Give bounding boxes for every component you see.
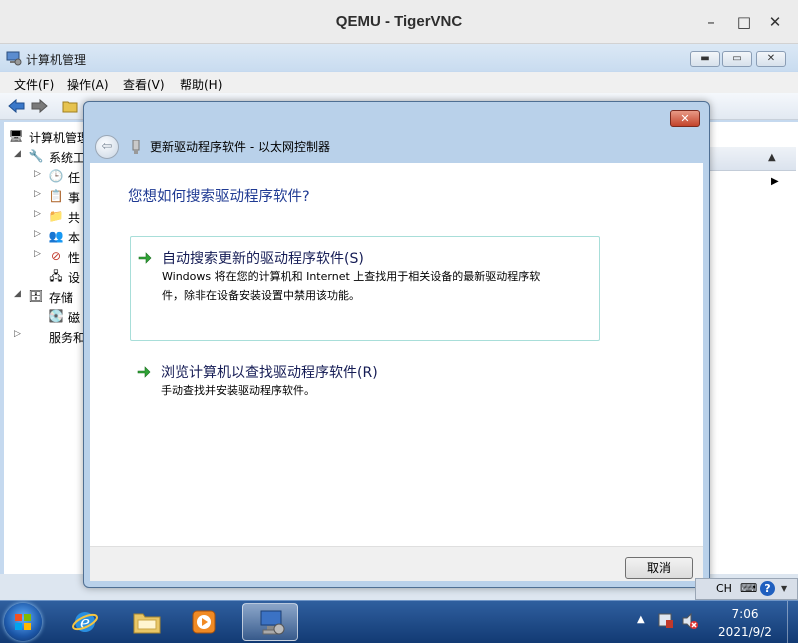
clock-time[interactable]: 7:06 [722, 607, 768, 621]
taskbar-explorer[interactable] [120, 603, 174, 641]
dialog-heading: 您想如何搜索驱动程序软件? [128, 189, 310, 205]
windows-logo-icon [15, 614, 31, 630]
show-desktop-button[interactable] [787, 601, 798, 643]
expand-icon[interactable]: ▷ [34, 229, 44, 239]
option-browse-desc: 手动查找并安装驱动程序软件。 [161, 384, 315, 397]
green-arrow-icon [138, 252, 152, 264]
option-browse[interactable]: 浏览计算机以查找驱动程序软件(R) 手动查找并安装驱动程序软件。 [130, 356, 600, 406]
expand-icon[interactable]: ▷ [14, 329, 24, 339]
expand-icon[interactable]: ▷ [34, 249, 44, 259]
collapse-icon[interactable]: ◢ [14, 149, 24, 159]
green-arrow-icon [137, 366, 151, 378]
tools-icon: 🔧 [28, 149, 44, 163]
mmc-maximize-button[interactable]: ▭ [722, 51, 752, 67]
expand-icon[interactable]: ▷ [34, 209, 44, 219]
folder-up-icon[interactable] [62, 98, 78, 114]
tree-item-storage[interactable]: ◢ 🗄 存储 [4, 286, 84, 306]
back-arrow-icon[interactable] [8, 98, 26, 114]
action-center-flag-icon[interactable] [657, 612, 675, 630]
console-tree: 🖥 计算机管理 ◢ 🔧 系统工 ▷ 🕒 任 ▷ 📋 事 ▷ 📁 共 ▷ 👥 本 [4, 122, 89, 600]
computer-management-icon [260, 610, 285, 635]
actions-pane [708, 122, 798, 600]
option-auto-search-title: 自动搜索更新的驱动程序软件(S) [162, 251, 364, 267]
forward-arrow-icon[interactable] [30, 98, 48, 114]
mmc-titlebar: 计算机管理 ▬ ▭ ✕ [0, 44, 798, 71]
vnc-close-button[interactable]: ✕ [764, 11, 786, 33]
vnc-maximize-button[interactable]: □ [733, 11, 755, 33]
shared-folders-icon: 📁 [48, 209, 64, 223]
mmc-close-button[interactable]: ✕ [756, 51, 786, 67]
tree-item-computer-management[interactable]: 🖥 计算机管理 [4, 126, 89, 146]
performance-icon: ⊘ [50, 249, 62, 263]
menu-help[interactable]: 帮助(H) [180, 76, 222, 93]
network-adapter-icon [132, 140, 140, 154]
keyboard-icon[interactable]: ⌨ [740, 581, 757, 595]
expand-icon[interactable]: ▷ [34, 189, 44, 199]
disk-icon: 💽 [48, 309, 64, 323]
cancel-button[interactable]: 取消 [625, 557, 693, 579]
collapse-icon[interactable]: ◢ [14, 289, 24, 299]
dialog-content: 您想如何搜索驱动程序软件? 自动搜索更新的驱动程序软件(S) Windows 将… [90, 163, 703, 546]
tree-item-shared-folders[interactable]: ▷ 📁 共 [4, 206, 84, 226]
mmc-title: 计算机管理 [26, 53, 87, 67]
tree-item-local-users[interactable]: ▷ 👥 本 [4, 226, 84, 246]
help-icon[interactable]: ? [760, 581, 775, 596]
collapse-up-icon[interactable]: ▲ [768, 152, 776, 163]
taskbar-media-player[interactable] [178, 603, 232, 641]
option-auto-search[interactable]: 自动搜索更新的驱动程序软件(S) Windows 将在您的计算机和 Intern… [130, 236, 600, 341]
folder-icon [133, 613, 161, 634]
actions-pane-header: ▲ [708, 147, 796, 171]
dialog-close-button[interactable]: ✕ [670, 110, 700, 127]
computer-management-icon: 🖥 [8, 129, 24, 143]
taskbar-computer-management[interactable] [242, 603, 298, 641]
clock-date[interactable]: 2021/9/2 [710, 625, 780, 639]
start-button[interactable] [4, 603, 42, 641]
tree-item-task-scheduler[interactable]: ▷ 🕒 任 [4, 166, 84, 186]
users-icon: 👥 [48, 229, 64, 243]
taskbar: e ▲ 7:06 2021/9/2 [0, 600, 798, 643]
internet-explorer-icon: e [72, 612, 98, 633]
event-viewer-icon: 📋 [48, 189, 64, 203]
volume-muted-icon[interactable] [681, 612, 699, 630]
option-auto-search-desc-line2: 件，除非在设备安装设置中禁用该功能。 [162, 289, 360, 302]
update-driver-dialog: ✕ ⇦ 更新驱动程序软件 - 以太网控制器 您想如何搜索驱动程序软件? 自动搜索… [83, 101, 710, 588]
language-bar-options-icon[interactable]: ▼ [781, 584, 787, 593]
back-button[interactable]: ⇦ [95, 135, 119, 159]
tree-item-services[interactable]: ▷ 服务和 [4, 326, 85, 346]
storage-icon: 🗄 [28, 289, 44, 303]
computer-management-icon [6, 51, 22, 66]
tree-item-device-manager[interactable]: 🖧 设 [4, 266, 84, 286]
tree-item-disk-management[interactable]: 💽 磁 [4, 306, 84, 326]
tree-item-event-viewer[interactable]: ▷ 📋 事 [4, 186, 84, 206]
dialog-title: 更新驱动程序软件 - 以太网控制器 [150, 140, 330, 154]
show-hidden-icons-arrow[interactable]: ▲ [637, 614, 645, 625]
option-auto-search-desc-line1: Windows 将在您的计算机和 Internet 上查找用于相关设备的最新驱动… [162, 270, 541, 283]
tree-item-system-tools[interactable]: ◢ 🔧 系统工 [4, 146, 85, 166]
media-player-icon [192, 610, 216, 634]
menu-view[interactable]: 查看(V) [123, 76, 165, 93]
taskbar-internet-explorer[interactable]: e [58, 603, 112, 641]
dialog-footer: 取消 [90, 546, 703, 581]
mmc-minimize-button[interactable]: ▬ [690, 51, 720, 67]
more-actions-arrow-icon[interactable]: ▶ [771, 176, 779, 187]
menu-bar: 文件(F) 操作(A) 查看(V) 帮助(H) [0, 72, 798, 93]
vnc-minimize-button[interactable]: – [700, 11, 722, 33]
menu-file[interactable]: 文件(F) [14, 76, 54, 93]
expand-icon[interactable]: ▷ [34, 169, 44, 179]
input-language[interactable]: CH [716, 582, 732, 595]
menu-action[interactable]: 操作(A) [67, 76, 109, 93]
clock-icon: 🕒 [48, 169, 64, 183]
option-browse-title: 浏览计算机以查找驱动程序软件(R) [161, 365, 378, 381]
language-bar: CH ⌨ ? ▼ [695, 578, 798, 600]
vnc-window-title: QEMU - TigerVNC [335, 13, 463, 30]
device-manager-icon: 🖧 [49, 269, 63, 283]
tree-item-performance[interactable]: ▷ ⊘ 性 [4, 246, 84, 266]
